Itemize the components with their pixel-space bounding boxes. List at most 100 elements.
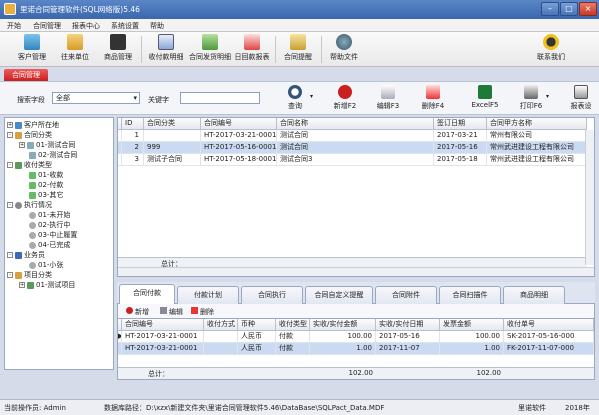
collapse-toggle-icon[interactable]: -: [7, 252, 13, 258]
partner-unit-button[interactable]: 往来单位: [55, 34, 95, 65]
status-year: 2018年: [565, 404, 590, 412]
status-brand: 里诺软件: [518, 404, 546, 412]
tab-product-detail[interactable]: 商品明细: [503, 286, 565, 304]
collapse-toggle-icon[interactable]: -: [7, 132, 13, 138]
minimize-button[interactable]: –: [541, 2, 559, 16]
expand-toggle-icon[interactable]: +: [19, 142, 25, 148]
tree-node-xiaozhang[interactable]: 01-小张: [29, 261, 63, 270]
cell-amount: 100.00: [310, 331, 376, 343]
tree-node-receipt[interactable]: 01-收款: [29, 171, 63, 180]
document-icon: [27, 141, 34, 149]
edit-button[interactable]: 编辑F3: [375, 85, 401, 113]
reminder-icon: [290, 34, 306, 50]
menu-contract[interactable]: 合同管理: [33, 21, 61, 31]
excel-button[interactable]: ExcelF5: [470, 85, 500, 113]
shipping-detail-button[interactable]: 合同发货明细: [188, 34, 232, 65]
subgrid-header-invoice[interactable]: 发票金额: [440, 319, 504, 331]
print-dropdown-icon[interactable]: ▾: [546, 93, 549, 100]
product-icon: [110, 34, 126, 50]
subgrid-header-currency[interactable]: 币种: [238, 319, 276, 331]
grid-header-id[interactable]: ID: [122, 118, 144, 130]
collapse-toggle-icon[interactable]: -: [7, 162, 13, 168]
subgrid-header-type[interactable]: 收付类型: [276, 319, 310, 331]
collapse-toggle-icon[interactable]: -: [7, 272, 13, 278]
tree-node-payment[interactable]: 02-付款: [29, 181, 63, 190]
detail-tabs: 合同付款 付款计划 合同执行 合同自定义提醒 合同附件 合同扫描件 商品明细: [117, 282, 595, 305]
grid-header-category[interactable]: 合同分类: [144, 118, 201, 130]
close-button[interactable]: ×: [579, 2, 597, 16]
tree-label: 03-中止履置: [38, 231, 78, 239]
grid-header-name[interactable]: 合同名称: [277, 118, 434, 130]
collapse-toggle-icon[interactable]: -: [7, 202, 13, 208]
tab-contract-execution[interactable]: 合同执行: [241, 286, 303, 304]
report-settings-button[interactable]: 报表设: [566, 85, 596, 113]
help-file-button[interactable]: 帮助文件: [324, 34, 364, 65]
subgrid-header-no[interactable]: 收付单号: [504, 319, 594, 331]
subgrid-header-amount[interactable]: 实收/实付金额: [310, 319, 376, 331]
tab-attachments[interactable]: 合同附件: [375, 286, 437, 304]
customer-management-label: 客户管理: [18, 53, 46, 61]
subgrid-header-method[interactable]: 收付方式: [204, 319, 238, 331]
tree-node-test-contract-02[interactable]: 02-测试合同: [29, 151, 77, 160]
query-button[interactable]: 查询: [283, 85, 307, 113]
cell-date: 2017-05-16: [434, 142, 487, 154]
title-bar: 里诺合同管理软件(SQL网络版)5.46 – □ ×: [0, 0, 599, 19]
tab-contract-payment[interactable]: 合同付款: [119, 284, 175, 305]
menu-reports[interactable]: 报表中心: [72, 21, 100, 31]
add-button[interactable]: 新增F2: [332, 85, 358, 113]
delete-label: 删除F4: [421, 102, 445, 110]
grid-header-code[interactable]: 合同编号: [201, 118, 277, 130]
tree-label: 01-测试合同: [36, 141, 76, 149]
search-field-select[interactable]: 全部 ▾: [52, 92, 140, 104]
keyword-input[interactable]: [180, 92, 260, 104]
delete-button[interactable]: 删除F4: [420, 85, 446, 113]
menu-settings[interactable]: 系统设置: [111, 21, 139, 31]
tree-node-test-project[interactable]: +01-测试项目: [19, 281, 75, 290]
contract-reminder-button[interactable]: 合同提醒: [278, 34, 318, 65]
tree-label: 项目分类: [24, 271, 52, 279]
expand-toggle-icon[interactable]: +: [7, 122, 13, 128]
grid-header-party[interactable]: 合同甲方名称: [487, 118, 587, 130]
subgrid-header-date[interactable]: 实收/实付日期: [376, 319, 440, 331]
detail-edit-button[interactable]: 编辑: [169, 307, 183, 317]
tab-custom-reminder[interactable]: 合同自定义提醒: [305, 286, 373, 304]
tree-node-test-contract-01[interactable]: +01-测试合同: [19, 141, 75, 150]
tab-contract-management[interactable]: 合同管理: [4, 69, 48, 81]
contact-us-button[interactable]: 联系我们: [531, 34, 571, 65]
tree-node-not-started[interactable]: 01-未开始: [29, 211, 70, 220]
tree-node-payment-type[interactable]: - 收付类型: [7, 161, 52, 170]
tree-node-other[interactable]: 03-其它: [29, 191, 63, 200]
tab-payment-plan[interactable]: 付款计划: [177, 286, 239, 304]
detail-add-button[interactable]: 新增: [135, 307, 149, 317]
cell-id: 1: [122, 130, 144, 142]
tree-node-project-category[interactable]: - 项目分类: [7, 271, 52, 280]
customer-management-button[interactable]: 客户管理: [12, 34, 52, 65]
grid-horizontal-scrollbar[interactable]: [118, 267, 594, 276]
maximize-button[interactable]: □: [560, 2, 578, 16]
menu-start[interactable]: 开始: [7, 21, 21, 31]
tree-node-execution-status[interactable]: - 执行情况: [7, 201, 52, 210]
tree-label: 03-其它: [38, 191, 64, 199]
product-management-button[interactable]: 商品管理: [98, 34, 138, 65]
print-button[interactable]: 打印F6: [518, 85, 544, 113]
detail-delete-button[interactable]: 删除: [200, 307, 214, 317]
main-toolbar: 客户管理 往来单位 商品管理 收付款明细 合同发货明细 日回款报表 合同提醒 帮…: [0, 32, 599, 67]
daily-collection-button[interactable]: 日回款报表: [232, 34, 272, 65]
expand-toggle-icon[interactable]: +: [19, 282, 25, 288]
cell-method: [204, 331, 238, 343]
tree-node-completed[interactable]: 04-已完成: [29, 241, 70, 250]
tab-scans[interactable]: 合同扫描件: [439, 286, 501, 304]
grid-vertical-scrollbar[interactable]: [585, 130, 594, 265]
payment-detail-button[interactable]: 收付款明细: [144, 34, 188, 65]
keyword-label: 关键字: [148, 96, 169, 104]
tree-node-contract-category[interactable]: - 合同分类: [7, 131, 52, 140]
grid-header-date[interactable]: 签订日期: [434, 118, 487, 130]
menu-help[interactable]: 帮助: [150, 21, 164, 31]
query-dropdown-icon[interactable]: ▾: [310, 93, 313, 100]
tree-node-in-progress[interactable]: 02-执行中: [29, 221, 70, 230]
tree-node-suspended[interactable]: 03-中止履置: [29, 231, 77, 240]
tree-node-region[interactable]: + 客户所在地: [7, 121, 59, 130]
subgrid-header-code[interactable]: 合同编号: [122, 319, 204, 331]
tree-node-salesperson[interactable]: - 业务员: [7, 251, 45, 260]
product-management-label: 商品管理: [104, 53, 132, 61]
